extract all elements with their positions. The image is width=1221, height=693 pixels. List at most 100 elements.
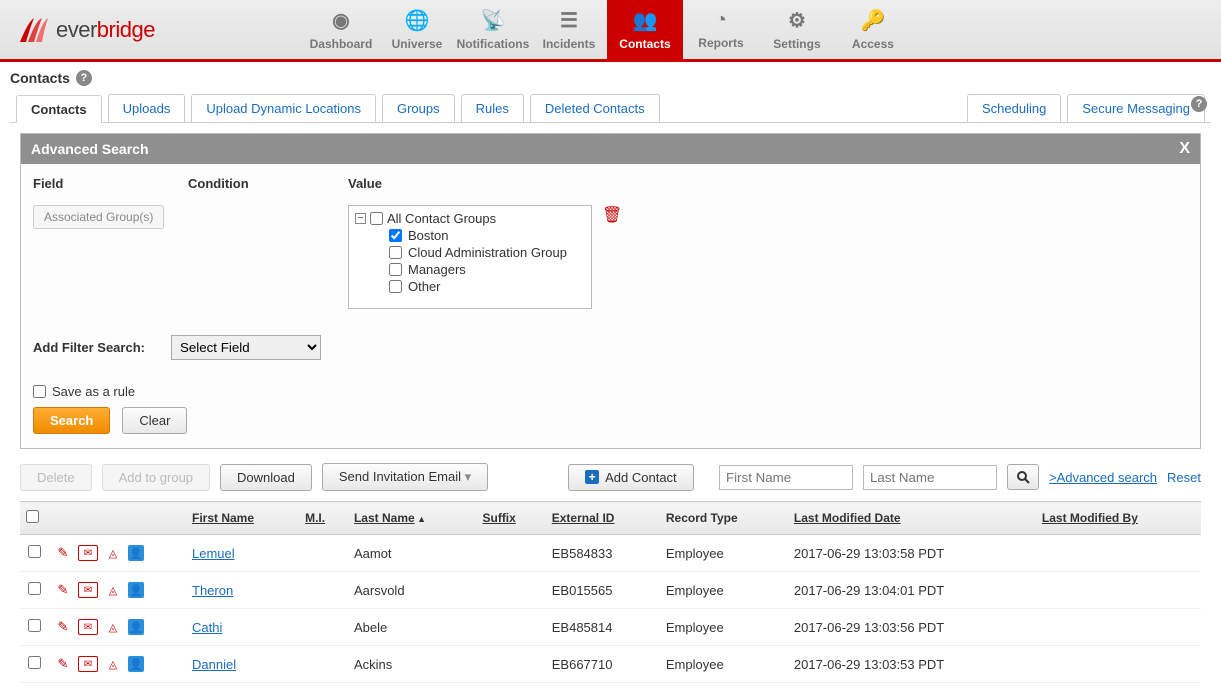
send-invitation-button[interactable]: Send Invitation Email: [322, 463, 488, 491]
edit-icon[interactable]: ✎: [54, 545, 72, 561]
external-id-cell: EB485814: [546, 609, 660, 646]
external-id-cell: EB667710: [546, 646, 660, 683]
first-name-link[interactable]: Lemuel: [192, 546, 235, 561]
col-last-modified-by[interactable]: Last Modified By: [1036, 502, 1201, 535]
broadcast-icon[interactable]: ◬: [104, 656, 122, 672]
clear-button[interactable]: Clear: [122, 407, 187, 434]
tree-item-checkbox[interactable]: [389, 263, 402, 276]
row-checkbox[interactable]: [28, 582, 41, 595]
tab-contacts[interactable]: Contacts: [16, 95, 102, 123]
delete-button[interactable]: Delete: [20, 464, 92, 491]
tab-secure-messaging[interactable]: Secure Messaging: [1067, 94, 1205, 122]
tree-collapse-icon[interactable]: −: [355, 213, 366, 224]
add-filter-select[interactable]: Select Field: [171, 335, 321, 360]
col-last-name[interactable]: Last Name: [348, 502, 477, 535]
col-external-id[interactable]: External ID: [546, 502, 660, 535]
nav-contacts[interactable]: 👥Contacts: [607, 0, 683, 61]
notify-icon[interactable]: ✉: [78, 619, 98, 635]
table-row: ✎✉◬👤TheronAarsvoldEB015565Employee2017-0…: [20, 572, 1201, 609]
profile-icon[interactable]: 👤: [128, 545, 144, 561]
tree-item[interactable]: Cloud Administration Group: [355, 244, 585, 261]
save-as-rule-checkbox[interactable]: [33, 385, 46, 398]
field-pill-associated-groups[interactable]: Associated Group(s): [33, 205, 164, 229]
edit-icon[interactable]: ✎: [54, 656, 72, 672]
notify-icon[interactable]: ✉: [78, 545, 98, 561]
advanced-search-link[interactable]: >Advanced search: [1049, 470, 1157, 485]
advanced-search-panel: Advanced Search X Field Condition Value …: [20, 133, 1201, 449]
tree-item-checkbox[interactable]: [389, 246, 402, 259]
tree-item-checkbox[interactable]: [389, 280, 402, 293]
search-icon-button[interactable]: [1007, 464, 1039, 490]
last-name-cell: Ackins: [348, 646, 477, 683]
advanced-search-header: Advanced Search X: [21, 134, 1200, 164]
tree-item[interactable]: Managers: [355, 261, 585, 278]
nav-universe[interactable]: 🌐Universe: [379, 0, 455, 61]
page-help-icon[interactable]: ?: [1191, 96, 1207, 112]
tab-groups[interactable]: Groups: [382, 94, 455, 122]
tab-deleted-contacts[interactable]: Deleted Contacts: [530, 94, 660, 122]
broadcast-icon[interactable]: ◬: [104, 619, 122, 635]
nav-reports[interactable]: ◔Reports: [683, 0, 759, 61]
row-checkbox[interactable]: [28, 656, 41, 669]
profile-icon[interactable]: 👤: [128, 656, 144, 672]
row-checkbox[interactable]: [28, 545, 41, 558]
record-type-cell: Employee: [660, 609, 788, 646]
col-suffix[interactable]: Suffix: [476, 502, 545, 535]
delete-filter-icon[interactable]: 🗑: [602, 205, 622, 225]
add-filter-label: Add Filter Search:: [33, 340, 145, 355]
group-tree[interactable]: − All Contact Groups BostonCloud Adminis…: [348, 205, 592, 309]
tab-scheduling[interactable]: Scheduling: [967, 94, 1061, 122]
first-name-link[interactable]: Cathi: [192, 620, 222, 635]
profile-icon[interactable]: 👤: [128, 619, 144, 635]
col-first-name[interactable]: First Name: [186, 502, 299, 535]
last-name-cell: Aarsvold: [348, 572, 477, 609]
tree-root[interactable]: − All Contact Groups: [355, 210, 585, 227]
nav-notifications[interactable]: 📡Notifications: [455, 0, 531, 61]
broadcast-icon[interactable]: ◬: [104, 545, 122, 561]
magnifier-icon: [1016, 470, 1030, 484]
nav-access[interactable]: 🔑Access: [835, 0, 911, 61]
search-button[interactable]: Search: [33, 407, 110, 434]
tab-uploads[interactable]: Uploads: [108, 94, 186, 122]
col-mi[interactable]: M.I.: [299, 502, 348, 535]
notifications-icon: 📡: [481, 8, 506, 33]
tree-item[interactable]: Boston: [355, 227, 585, 244]
reset-link[interactable]: Reset: [1167, 470, 1201, 485]
edit-icon[interactable]: ✎: [54, 619, 72, 635]
broadcast-icon[interactable]: ◬: [104, 582, 122, 598]
profile-icon[interactable]: 👤: [128, 582, 144, 598]
logo[interactable]: everbridge: [0, 16, 173, 44]
notify-icon[interactable]: ✉: [78, 582, 98, 598]
first-name-link[interactable]: Danniel: [192, 657, 236, 672]
download-button[interactable]: Download: [220, 464, 312, 491]
first-name-search-input[interactable]: [719, 465, 853, 490]
modified-date-cell: 2017-06-29 13:04:01 PDT: [788, 572, 1036, 609]
value-column-header: Value: [348, 176, 1188, 205]
contacts-table: First Name M.I. Last Name Suffix Externa…: [20, 501, 1201, 683]
tab-rules[interactable]: Rules: [461, 94, 524, 122]
row-checkbox[interactable]: [28, 619, 41, 632]
last-name-cell: Abele: [348, 609, 477, 646]
close-icon[interactable]: X: [1179, 140, 1190, 158]
table-row: ✎✉◬👤DannielAckinsEB667710Employee2017-06…: [20, 646, 1201, 683]
add-contact-button[interactable]: + Add Contact: [568, 464, 694, 491]
field-column-header: Field: [33, 176, 188, 205]
tree-root-checkbox[interactable]: [370, 212, 383, 225]
tree-item[interactable]: Other: [355, 278, 585, 295]
first-name-link[interactable]: Theron: [192, 583, 233, 598]
plus-icon: +: [585, 470, 599, 484]
tab-upload-dynamic-locations[interactable]: Upload Dynamic Locations: [191, 94, 376, 122]
nav-settings[interactable]: ⚙Settings: [759, 0, 835, 61]
help-icon[interactable]: ?: [76, 70, 92, 86]
select-all-checkbox[interactable]: [26, 510, 39, 523]
logo-mark-icon: [18, 16, 50, 44]
last-name-cell: Aamot: [348, 535, 477, 572]
col-last-modified-date[interactable]: Last Modified Date: [788, 502, 1036, 535]
add-to-group-button[interactable]: Add to group: [102, 464, 210, 491]
tree-item-checkbox[interactable]: [389, 229, 402, 242]
notify-icon[interactable]: ✉: [78, 656, 98, 672]
edit-icon[interactable]: ✎: [54, 582, 72, 598]
nav-incidents[interactable]: ☰Incidents: [531, 0, 607, 61]
nav-dashboard[interactable]: ◉Dashboard: [303, 0, 379, 61]
last-name-search-input[interactable]: [863, 465, 997, 490]
